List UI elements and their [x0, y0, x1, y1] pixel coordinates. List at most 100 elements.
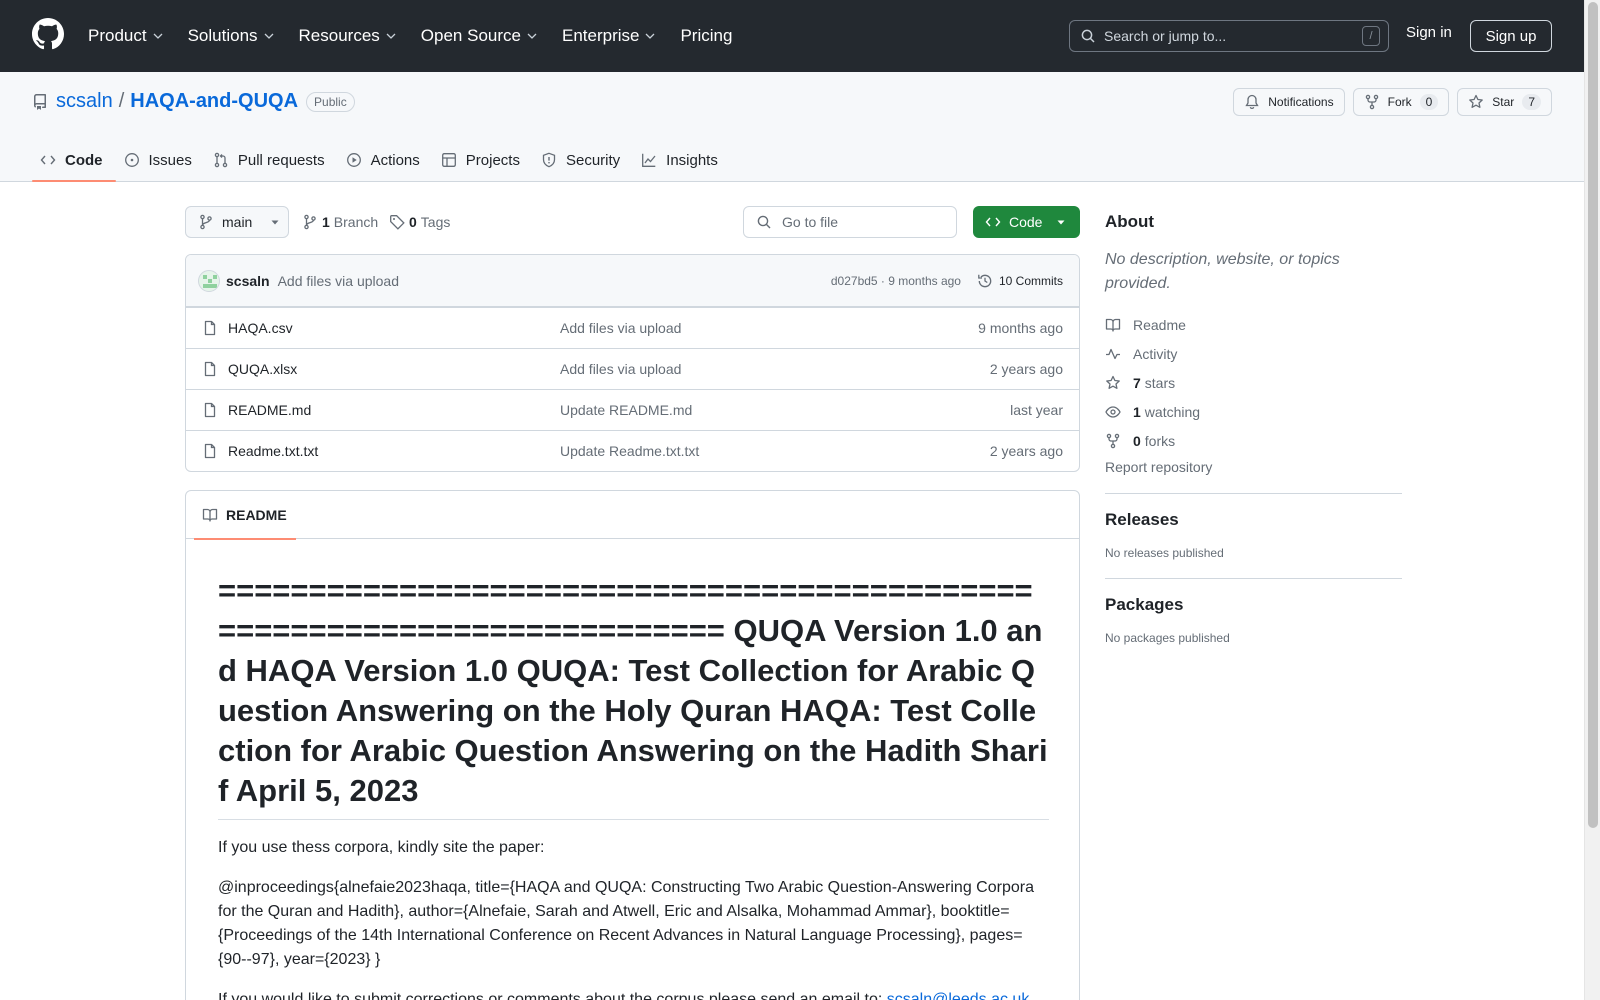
commit-meta: d027bd5 · 9 months ago 10 Commits	[831, 255, 1063, 307]
play-icon	[346, 153, 361, 167]
commit-hash-time[interactable]: d027bd5 · 9 months ago	[831, 274, 961, 288]
caret-down-icon	[1057, 220, 1065, 225]
repo-title: scsaln / HAQA-and-QUQA Public	[32, 90, 355, 113]
file-name-link[interactable]: README.md	[228, 402, 311, 418]
scrollbar-thumb[interactable]	[1588, 2, 1598, 828]
file-commit-date: 2 years ago	[989, 443, 1063, 459]
branch-icon	[304, 214, 316, 230]
tab-projects[interactable]: Projects	[433, 138, 533, 182]
go-to-file-input[interactable]: Go to file	[743, 206, 957, 238]
latest-commit-bar: scsaln Add files via upload d027bd5 · 9 …	[186, 255, 1079, 307]
identicon-icon	[203, 274, 217, 288]
file-browser: scsaln Add files via upload d027bd5 · 9 …	[185, 254, 1080, 472]
file-commit-message[interactable]: Add files via upload	[560, 361, 681, 377]
tab-security[interactable]: Security	[533, 138, 633, 182]
global-nav: Product Solutions Resources Open Source …	[76, 0, 744, 72]
graph-icon	[642, 153, 656, 167]
stars-count: 7	[1133, 374, 1141, 391]
sidebar-item-watching[interactable]: 1 watching	[1105, 397, 1402, 426]
tab-code[interactable]: Code	[32, 138, 116, 182]
nav-resources[interactable]: Resources	[287, 16, 409, 56]
commit-author-link[interactable]: scsaln	[226, 273, 270, 289]
tab-label: Security	[565, 151, 621, 169]
file-name-link[interactable]: QUQA.xlsx	[228, 361, 297, 377]
sidebar-divider	[1105, 493, 1402, 494]
report-repository-link[interactable]: Report repository	[1105, 459, 1402, 475]
packages-title[interactable]: Packages	[1105, 595, 1402, 615]
tag-icon	[390, 215, 405, 230]
sidebar-item-readme[interactable]: Readme	[1105, 310, 1402, 339]
email-link[interactable]: scsaln@leeds.ac.uk	[887, 991, 1030, 1000]
code-dropdown-button[interactable]: Code	[973, 206, 1080, 238]
packages-empty: No packages published	[1105, 631, 1230, 645]
global-search-input[interactable]: Search or jump to... /	[1069, 20, 1389, 52]
notifications-button[interactable]: Notifications	[1233, 88, 1345, 116]
readme-heading: ========================================…	[218, 571, 1049, 820]
nav-label: Pricing	[680, 26, 733, 45]
file-icon	[204, 402, 216, 418]
search-shortcut-key: /	[1362, 26, 1380, 46]
repo-header: scsaln / HAQA-and-QUQA Public Notificati…	[0, 72, 1584, 182]
file-commit-message[interactable]: Update Readme.txt.txt	[560, 443, 699, 459]
branch-selector[interactable]: main	[185, 206, 289, 238]
commit-message-link[interactable]: Add files via upload	[278, 273, 399, 289]
repo-path-separator: /	[118, 90, 125, 112]
commits-history-link[interactable]: 10 Commits	[977, 273, 1063, 289]
tab-label: Issues	[148, 151, 192, 169]
file-icon	[204, 361, 216, 377]
releases-title[interactable]: Releases	[1105, 510, 1402, 530]
table-row: Readme.txt.txt Update Readme.txt.txt 2 y…	[186, 430, 1079, 471]
file-icon	[204, 320, 216, 336]
nav-product[interactable]: Product	[76, 16, 176, 56]
nav-open-source[interactable]: Open Source	[409, 16, 550, 56]
fork-count: 0	[1419, 94, 1439, 110]
tab-actions[interactable]: Actions	[338, 138, 433, 182]
repo-sidebar: About No description, website, or topics…	[1105, 206, 1402, 645]
repo-owner-link[interactable]: scsaln	[56, 90, 113, 113]
branches-link[interactable]: 1 Branch	[302, 214, 378, 230]
book-icon	[1105, 318, 1121, 332]
file-commit-message[interactable]: Update README.md	[560, 402, 692, 418]
sidebar-item-activity[interactable]: Activity	[1105, 339, 1402, 368]
readme-tab[interactable]: README	[194, 491, 296, 540]
nav-enterprise[interactable]: Enterprise	[550, 16, 668, 56]
sign-up-button[interactable]: Sign up	[1470, 20, 1552, 52]
file-name-link[interactable]: HAQA.csv	[228, 320, 293, 336]
tag-label: Tags	[420, 214, 451, 230]
fork-label: Fork	[1387, 95, 1412, 109]
chevron-down-icon	[264, 33, 273, 39]
star-button[interactable]: Star 7	[1457, 88, 1552, 116]
readme-tab-label: README	[226, 507, 287, 523]
sidebar-item-label: watching	[1144, 403, 1201, 420]
nav-pricing[interactable]: Pricing	[668, 16, 744, 56]
tab-pull-requests[interactable]: Pull requests	[205, 138, 338, 182]
sidebar-divider	[1105, 578, 1402, 579]
repo-actions: Notifications Fork 0 Star 7	[1233, 88, 1552, 116]
fork-button[interactable]: Fork 0	[1352, 88, 1450, 116]
page-scrollbar[interactable]	[1584, 0, 1600, 1000]
repo-name-link[interactable]: HAQA-and-QUQA	[130, 90, 298, 113]
github-logo-icon[interactable]	[32, 18, 64, 50]
forks-count: 0	[1133, 432, 1141, 449]
tab-issues[interactable]: Issues	[116, 138, 205, 182]
sidebar-item-forks[interactable]: 0 forks	[1105, 426, 1402, 455]
global-header: Product Solutions Resources Open Source …	[0, 0, 1584, 72]
nav-solutions[interactable]: Solutions	[176, 16, 287, 56]
branch-name: main	[222, 214, 253, 230]
sidebar-item-stars[interactable]: 7 stars	[1105, 368, 1402, 397]
file-name-link[interactable]: Readme.txt.txt	[228, 443, 318, 459]
chevron-down-icon	[386, 33, 396, 39]
code-icon	[985, 217, 1001, 227]
tab-insights[interactable]: Insights	[633, 138, 731, 182]
readme-contact-text: If you would like to submit corrections …	[218, 991, 887, 1000]
releases-empty: No releases published	[1105, 546, 1224, 560]
tags-link[interactable]: 0 Tags	[389, 214, 450, 230]
file-commit-message[interactable]: Add files via upload	[560, 320, 681, 336]
table-row: README.md Update README.md last year	[186, 389, 1079, 430]
sign-in-link[interactable]: Sign in	[1406, 24, 1452, 41]
book-icon	[202, 508, 218, 522]
avatar[interactable]	[198, 269, 220, 292]
file-commit-date: last year	[1010, 402, 1063, 418]
go-to-file-placeholder: Go to file	[782, 214, 839, 230]
readme-panel: README =================================…	[185, 490, 1080, 1000]
